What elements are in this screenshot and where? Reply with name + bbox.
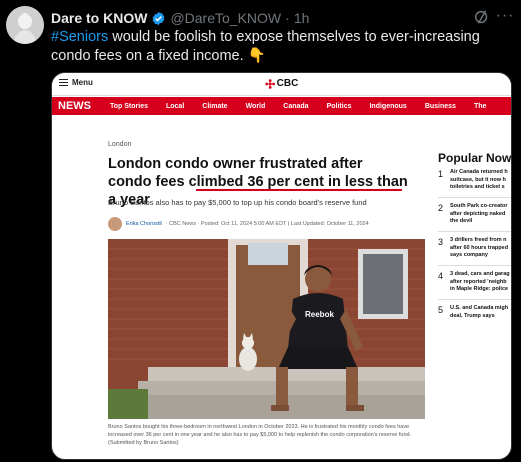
nav-item-top-stories: Top Stories bbox=[110, 102, 148, 110]
verified-badge-icon bbox=[153, 11, 165, 25]
popular-line: the devil bbox=[450, 218, 473, 224]
article-byline: Erika Chorostil · CBC News · Posted: Oct… bbox=[108, 216, 369, 232]
headline-highlight-underline bbox=[196, 189, 402, 191]
hashtag-link[interactable]: #Seniors bbox=[51, 29, 108, 45]
popular-line: U.S. and Canada migh bbox=[450, 305, 509, 311]
popular-divider bbox=[438, 231, 511, 232]
author-link: Erika Chorostil bbox=[126, 221, 162, 227]
cbc-nav-bar: NEWS Top Stories Local Climate World Can… bbox=[52, 97, 511, 115]
popular-item-number: 4 bbox=[438, 271, 444, 281]
menu-button: Menu bbox=[59, 78, 93, 87]
nav-item-canada: Canada bbox=[283, 102, 309, 110]
cbc-logo: CBC bbox=[264, 78, 299, 89]
shirt-logo-text: Reebok bbox=[305, 310, 334, 319]
grok-icon[interactable] bbox=[473, 8, 491, 26]
popular-item-number: 2 bbox=[438, 203, 444, 213]
popular-line: in Maple Ridge: police bbox=[450, 286, 509, 292]
popular-divider bbox=[438, 197, 511, 198]
popular-item: 4 3 dead, cars and garag after reported … bbox=[438, 271, 511, 294]
popular-line: after 60 hours trapped bbox=[450, 244, 509, 251]
nav-item-local: Local bbox=[165, 102, 185, 110]
popular-item: 2 South Park co-creator after depicting … bbox=[438, 203, 511, 226]
popular-item-number: 5 bbox=[438, 305, 444, 315]
popular-item-text: U.S. and Canada migh deal, Trump says bbox=[450, 305, 510, 320]
author-name[interactable]: Dare to KNOW bbox=[51, 10, 147, 26]
popular-line: says company bbox=[450, 252, 488, 258]
article-dek: Bruno Santos also has to pay $5,000 to t… bbox=[108, 198, 367, 207]
photo-illustration: Reebok bbox=[108, 239, 425, 419]
popular-item-text: South Park co-creator after depicting na… bbox=[450, 203, 510, 226]
popular-divider bbox=[438, 299, 511, 300]
avatar-bust-icon bbox=[6, 6, 44, 44]
popular-item: 3 3 drillers freed from n after 60 hours… bbox=[438, 237, 511, 260]
popular-line: 3 drillers freed from n bbox=[450, 237, 507, 243]
popular-line: after reported 'neighb bbox=[450, 278, 507, 285]
nav-item-business: Business bbox=[424, 102, 456, 110]
article-photo: Reebok bbox=[108, 239, 425, 419]
author-handle[interactable]: @DareTo_KNOW bbox=[170, 10, 281, 26]
photo-caption: Bruno Santos bought his three-bedroom in… bbox=[108, 424, 412, 446]
popular-divider bbox=[438, 265, 511, 266]
more-options-icon[interactable]: ··· bbox=[495, 6, 515, 26]
popular-item-number: 3 bbox=[438, 237, 444, 247]
separator-dot: · bbox=[285, 10, 290, 26]
author-avatar[interactable] bbox=[6, 6, 44, 44]
tweet-time[interactable]: 1h bbox=[294, 10, 310, 26]
nav-item-world: World bbox=[245, 102, 266, 110]
popular-item: 5 U.S. and Canada migh deal, Trump says bbox=[438, 305, 511, 320]
popular-now-title: Popular Now in bbox=[438, 151, 512, 165]
popular-line: South Park co-creator bbox=[450, 203, 508, 209]
tweet-header: Dare to KNOW @DareTo_KNOW · 1h bbox=[51, 9, 511, 27]
pointing-down-emoji: 👇 bbox=[247, 48, 266, 64]
popular-item-text: Air Canada returned h suitcase, but it n… bbox=[450, 169, 510, 192]
hamburger-icon bbox=[59, 79, 68, 86]
nav-item-indigenous: Indigenous bbox=[369, 102, 407, 110]
popular-line: deal, Trump says bbox=[450, 312, 495, 319]
popular-line: toiletries and ticket s bbox=[450, 184, 505, 190]
popular-line: suitcase, but it now h bbox=[450, 176, 506, 183]
tweet-media-image[interactable]: Menu CBC NEWS Top Stories Local Climate … bbox=[51, 72, 512, 460]
popular-item-text: 3 drillers freed from n after 60 hours t… bbox=[450, 237, 510, 260]
popular-line: 3 dead, cars and garag bbox=[450, 271, 510, 277]
author-photo bbox=[108, 217, 122, 231]
cbc-gem-icon bbox=[264, 78, 275, 89]
popular-item-text: 3 dead, cars and garag after reported 'n… bbox=[450, 271, 510, 294]
tweet-text: #Seniors would be foolish to expose them… bbox=[51, 28, 506, 66]
popular-line: Air Canada returned h bbox=[450, 169, 508, 175]
article-section: London bbox=[108, 141, 132, 148]
cbc-top-bar: Menu CBC bbox=[52, 73, 511, 96]
byline-details: · CBC News · Posted: Oct 11, 2024 5:00 A… bbox=[165, 221, 369, 227]
popular-item: 1 Air Canada returned h suitcase, but it… bbox=[438, 169, 511, 192]
popular-item-number: 1 bbox=[438, 169, 444, 179]
nav-news: NEWS bbox=[58, 100, 91, 112]
cbc-logo-text: CBC bbox=[276, 78, 299, 89]
popular-line: after depicting naked bbox=[450, 210, 506, 217]
nav-item-politics: Politics bbox=[326, 102, 352, 110]
nav-item-climate: Climate bbox=[202, 102, 228, 110]
menu-label: Menu bbox=[72, 78, 93, 87]
nav-item-the: The bbox=[473, 102, 487, 110]
